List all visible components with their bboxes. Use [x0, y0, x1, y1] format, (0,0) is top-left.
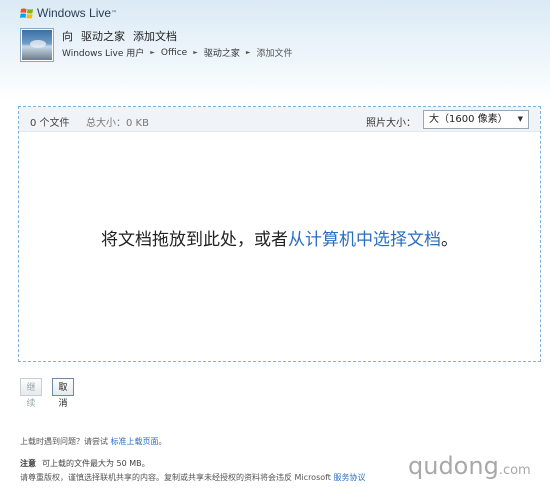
drop-zone-header: 0 个文件 总大小：0 KB 照片大小： 大（1600 像素） ▼ — [19, 107, 540, 132]
windows-flag-icon — [20, 8, 33, 18]
watermark-suffix: .com — [498, 463, 531, 478]
help-line: 上载时遇到问题？请尝试 标准上载页面。 — [20, 436, 167, 447]
photo-size-select[interactable]: 大（1600 像素） ▼ — [423, 110, 529, 129]
photo-size-value: 大（1600 像素） — [429, 114, 508, 125]
site-watermark: qudong.com — [408, 452, 531, 480]
folder-name: 驱动之家 — [81, 30, 125, 43]
breadcrumb-separator-icon: ► — [245, 49, 251, 56]
legal-line: 请尊重版权，谨慎选择联机共享的内容。复制或共享未经授权的资料将会违反 Micro… — [20, 472, 366, 483]
breadcrumb-item-office[interactable]: Office — [161, 48, 187, 58]
standard-upload-link[interactable]: 标准上载页面。 — [111, 437, 167, 446]
watermark-main: qudong — [408, 452, 499, 480]
breadcrumb: Windows Live 用户 ► Office ► 驱动之家 ► 添加文件 — [62, 46, 293, 60]
brand-tm: ™ — [111, 9, 118, 17]
drop-text-end: 。 — [441, 230, 458, 250]
legal-text: 请尊重版权，谨慎选择联机共享的内容。复制或共享未经授权的资料将会违反 Micro… — [20, 473, 331, 482]
notice-line: 注意 可上载的文件最大为 50 MB。 — [20, 458, 150, 469]
select-from-computer-link[interactable]: 从计算机中选择文档 — [288, 230, 441, 250]
title-action: 添加文档 — [133, 30, 177, 43]
file-count: 0 个文件 — [30, 118, 70, 129]
breadcrumb-separator-icon: ► — [150, 49, 155, 56]
avatar-image — [22, 30, 52, 60]
drop-text: 将文档拖放到此处，或者 — [101, 230, 288, 250]
notice-text: 可上载的文件最大为 50 MB。 — [42, 459, 150, 468]
service-agreement-link[interactable]: 服务协议 — [334, 473, 366, 482]
page-title: 向 驱动之家 添加文档 — [62, 28, 177, 44]
file-drop-zone[interactable]: 0 个文件 总大小：0 KB 照片大小： 大（1600 像素） ▼ 将文档拖放到… — [18, 106, 541, 362]
cancel-button[interactable]: 取消 — [52, 378, 74, 408]
dropdown-arrow-icon: ▼ — [517, 115, 523, 123]
windows-live-logo[interactable]: Windows Live ™ — [20, 6, 117, 20]
breadcrumb-item-user[interactable]: Windows Live 用户 — [62, 46, 144, 59]
breadcrumb-item-folder[interactable]: 驱动之家 — [204, 46, 240, 59]
title-prefix: 向 — [62, 30, 73, 43]
breadcrumb-separator-icon: ► — [193, 49, 198, 56]
notice-label: 注意 — [20, 459, 36, 468]
user-avatar[interactable] — [20, 28, 54, 62]
help-text: 上载时遇到问题？请尝试 — [20, 437, 108, 446]
continue-button[interactable]: 继续 — [20, 378, 42, 408]
photo-size-label: 照片大小： — [366, 118, 416, 129]
drop-instruction: 将文档拖放到此处，或者从计算机中选择文档。 — [19, 225, 540, 250]
top-bar: Windows Live ™ — [0, 0, 550, 24]
brand-name: Windows Live — [37, 6, 112, 20]
breadcrumb-current: 添加文件 — [256, 49, 293, 59]
total-size: 总大小：0 KB — [86, 118, 149, 129]
